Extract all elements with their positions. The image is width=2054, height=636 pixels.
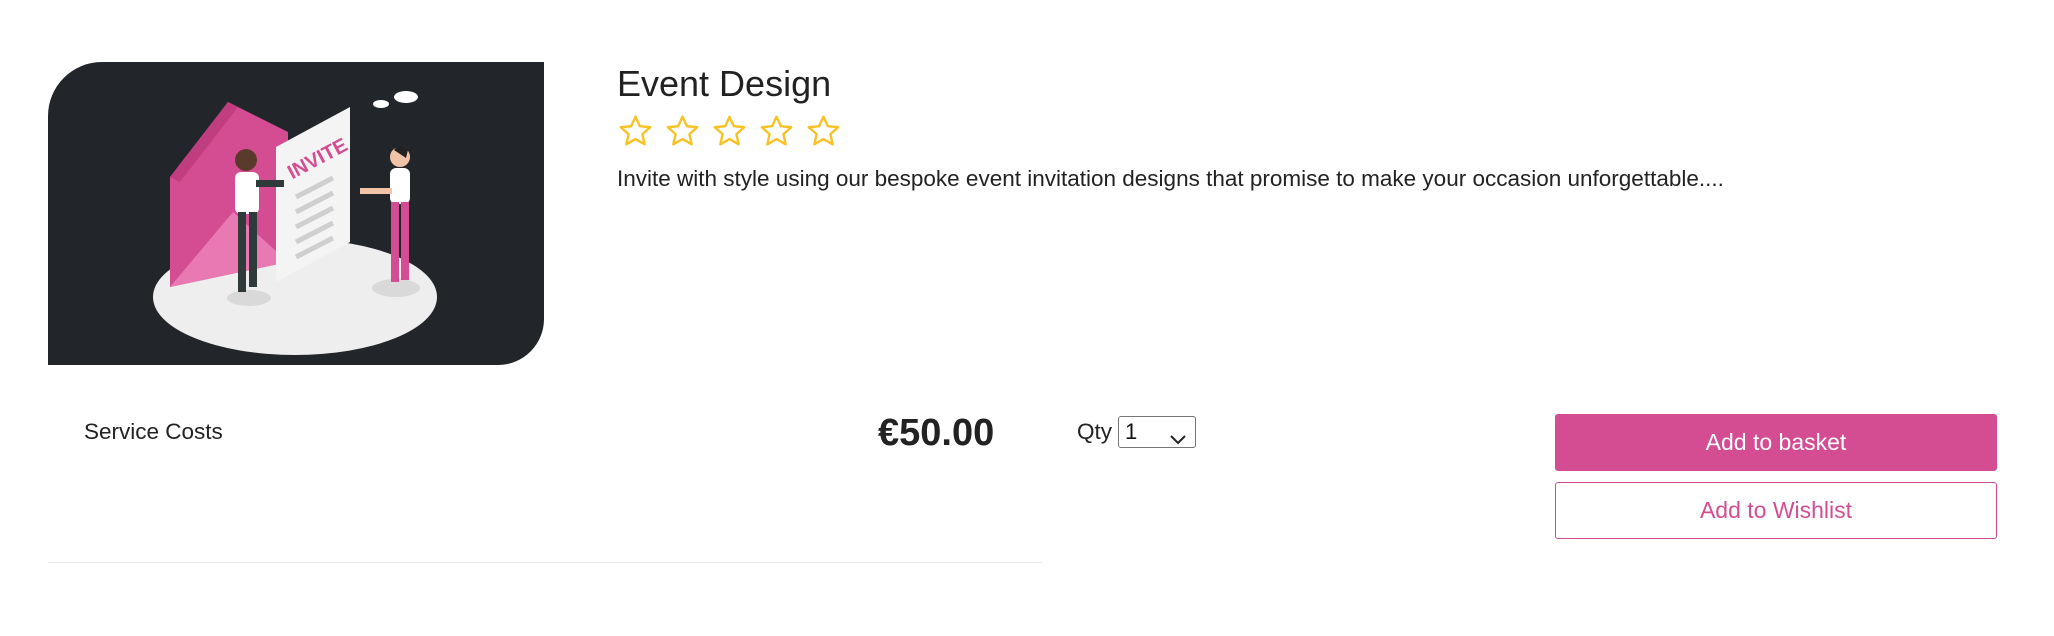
invitation-illustration: INVITE (153, 91, 437, 355)
qty-label: Qty (1077, 419, 1113, 444)
chevron-down-icon (1169, 426, 1187, 452)
qty-selected-value: 1 (1125, 419, 1138, 444)
qty-select[interactable]: 1 (1118, 416, 1196, 448)
divider (48, 562, 1042, 563)
star-icon (805, 113, 842, 149)
product-price: €50.00 (878, 412, 995, 454)
add-to-basket-button[interactable]: Add to basket (1555, 414, 1997, 471)
star-icon (711, 113, 748, 149)
rating-stars (617, 113, 842, 149)
star-icon (617, 113, 654, 149)
product-title: Event Design (617, 63, 832, 104)
product-description: Invite with style using our bespoke even… (617, 166, 1724, 191)
service-costs-label: Service Costs (84, 419, 223, 444)
product-image: INVITE (48, 62, 544, 365)
star-icon (758, 113, 795, 149)
star-icon (664, 113, 701, 149)
add-to-wishlist-button[interactable]: Add to Wishlist (1555, 482, 1997, 539)
